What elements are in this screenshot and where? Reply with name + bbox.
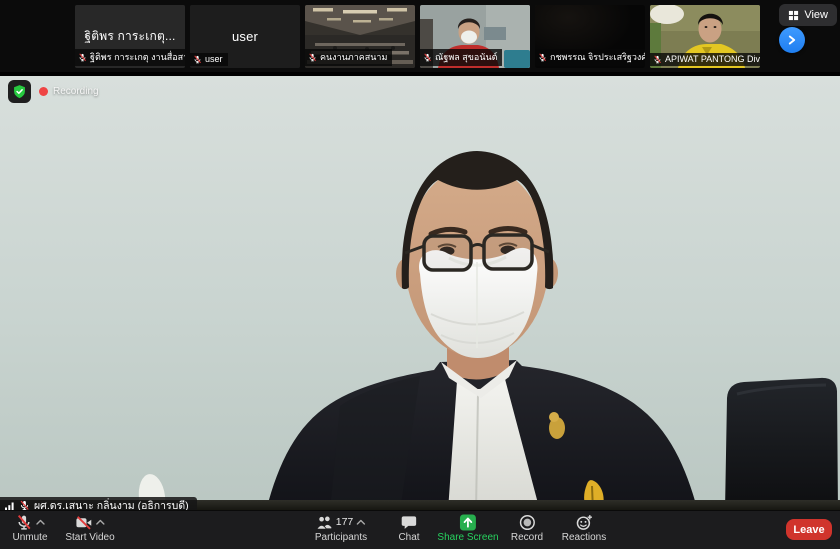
reactions-label: Reactions: [562, 532, 606, 543]
reactions-smiley-icon: [576, 514, 593, 531]
mic-muted-icon: [193, 55, 202, 64]
participant-name-badge: คนงานภาคสนาม: [305, 49, 392, 66]
participants-icon: [316, 514, 333, 531]
mic-muted-icon: [308, 53, 317, 62]
participant-center-name: user: [232, 29, 258, 44]
participant-name-badge: APIWAT PANTONG Divi...: [650, 53, 760, 66]
share-screen-button[interactable]: Share Screen: [437, 513, 498, 543]
unmute-button[interactable]: Unmute: [12, 513, 47, 543]
mic-muted-icon: [15, 514, 32, 531]
participants-label: Participants: [315, 532, 367, 543]
participant-name: กชพรรณ จิรประเสริฐวงศ์: [550, 50, 645, 64]
next-page-button[interactable]: [779, 27, 805, 53]
participant-name: ณัฐพล สุขอนันต์: [435, 50, 497, 64]
speaker-video-scene: [0, 76, 840, 511]
recording-dot-icon: [39, 87, 48, 96]
zoom-meeting-window: ฐิติพร การะเกตุ... ฐิติพร การะเกตุ งานสื…: [0, 0, 840, 549]
participant-name-badge: ฐิติพร การะเกตุ งานสื่อสาร...: [75, 49, 185, 66]
mic-muted-icon: [78, 53, 87, 62]
audio-options-caret-icon[interactable]: [35, 519, 45, 525]
video-options-caret-icon[interactable]: [95, 519, 105, 525]
leave-button[interactable]: Leave: [786, 519, 832, 540]
meeting-toolbar: Unmute Start Video 177 Participants Chat: [0, 510, 840, 549]
chat-bubble-icon: [401, 514, 418, 531]
meeting-status-area: Recording: [8, 80, 99, 103]
participant-thumbnail-1[interactable]: ฐิติพร การะเกตุ... ฐิติพร การะเกตุ งานสื…: [75, 5, 185, 68]
active-speaker-video: Recording: [0, 76, 840, 511]
participant-thumbnail-3[interactable]: คนงานภาคสนาม: [305, 5, 415, 68]
participant-thumbnail-2[interactable]: user user: [190, 5, 300, 68]
view-button[interactable]: View: [779, 4, 837, 26]
record-icon: [519, 514, 536, 531]
mic-muted-icon: [423, 53, 432, 62]
start-video-button[interactable]: Start Video: [65, 513, 114, 543]
security-shield-button[interactable]: [8, 80, 31, 103]
participant-name-badge: กชพรรณ จิรประเสริฐวงศ์: [535, 49, 645, 66]
share-screen-label: Share Screen: [437, 532, 498, 543]
camera-muted-icon: [75, 514, 92, 531]
mic-muted-icon: [538, 53, 547, 62]
participant-thumbnail-6[interactable]: APIWAT PANTONG Divi...: [650, 5, 760, 68]
view-button-label: View: [804, 9, 828, 21]
participants-caret-icon[interactable]: [356, 519, 366, 525]
mic-muted-icon: [653, 55, 662, 64]
chevron-right-icon: [785, 33, 799, 47]
participants-button[interactable]: 177 Participants: [315, 513, 367, 543]
participant-center-name: ฐิติพร การะเกตุ...: [84, 27, 175, 46]
recording-label: Recording: [53, 86, 99, 97]
participant-name-badge: ณัฐพล สุขอนันต์: [420, 49, 502, 66]
participant-name-badge: user: [190, 53, 228, 66]
participant-thumbnail-5[interactable]: กชพรรณ จิรประเสริฐวงศ์: [535, 5, 645, 68]
start-video-label: Start Video: [65, 532, 114, 543]
chat-button[interactable]: Chat: [398, 513, 419, 543]
gallery-grid-icon: [788, 10, 799, 21]
reactions-button[interactable]: Reactions: [562, 513, 606, 543]
participant-name: APIWAT PANTONG Divi...: [665, 54, 760, 64]
leave-label: Leave: [793, 524, 824, 536]
record-button[interactable]: Record: [511, 513, 543, 543]
participant-name: ฐิติพร การะเกตุ งานสื่อสาร...: [90, 50, 185, 64]
record-label: Record: [511, 532, 543, 543]
participants-count: 177: [336, 516, 354, 528]
recording-indicator: Recording: [39, 86, 99, 97]
participant-name: user: [205, 54, 223, 64]
participant-thumbnail-4[interactable]: ณัฐพล สุขอนันต์: [420, 5, 530, 68]
participant-name: คนงานภาคสนาม: [320, 50, 387, 64]
shield-check-icon: [12, 84, 27, 99]
unmute-label: Unmute: [12, 532, 47, 543]
share-screen-icon: [460, 514, 477, 531]
connection-signal-icon: [4, 501, 15, 511]
chat-label: Chat: [398, 532, 419, 543]
gallery-strip: ฐิติพร การะเกตุ... ฐิติพร การะเกตุ งานสื…: [0, 0, 840, 72]
